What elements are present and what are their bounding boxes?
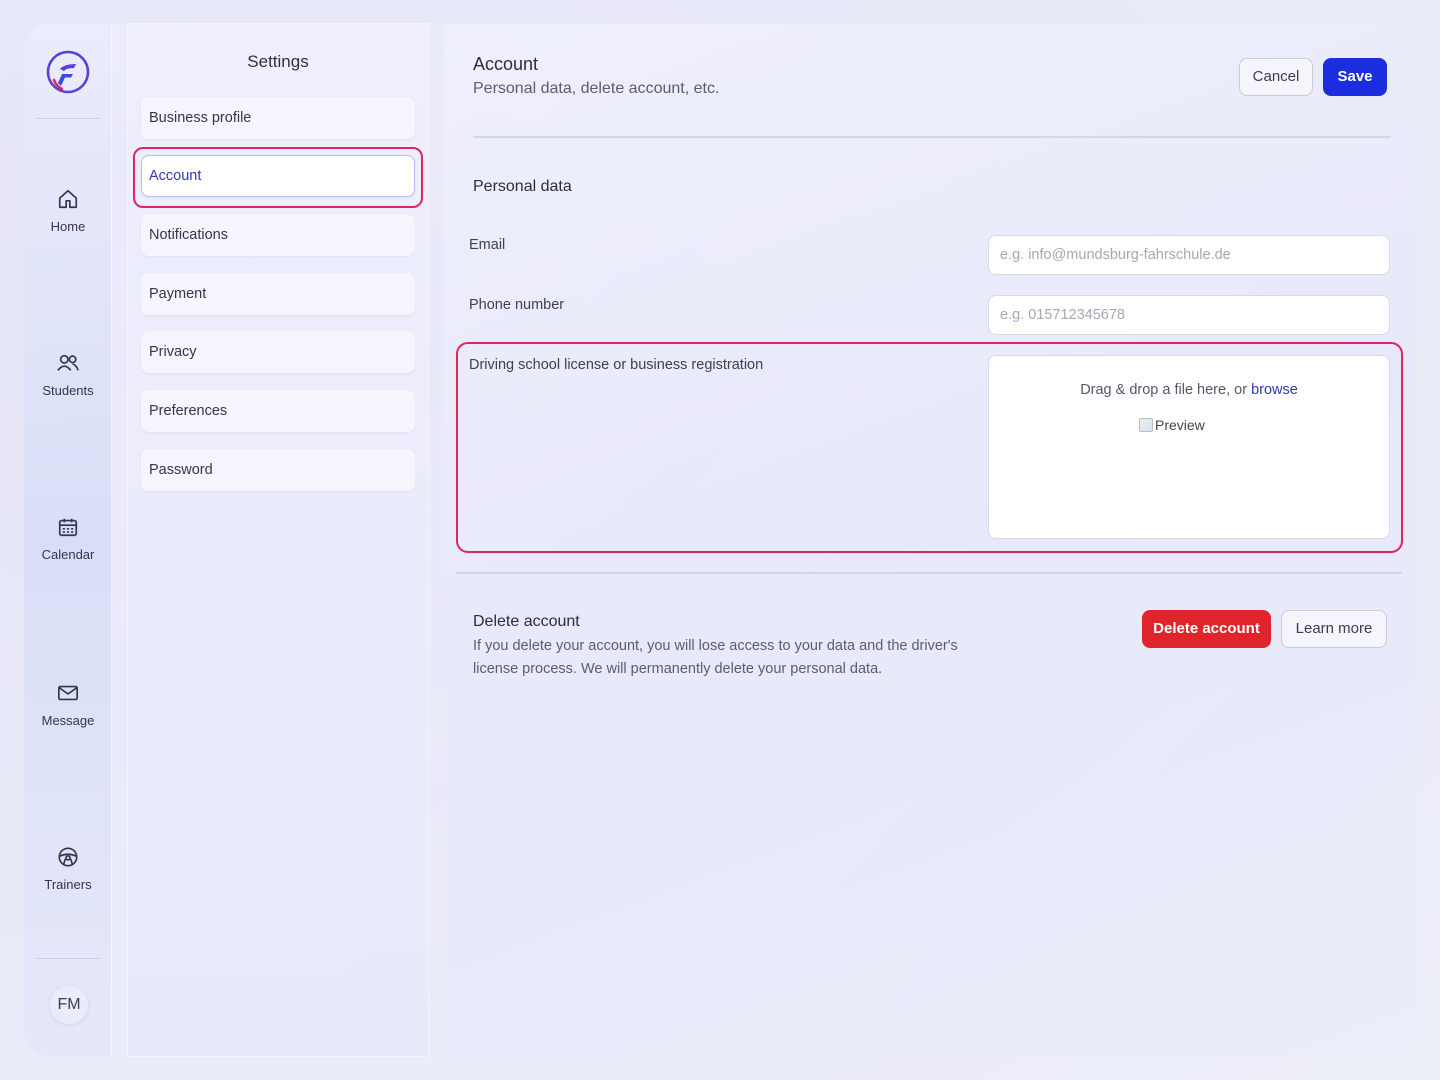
settings-item-account[interactable]: Account [141, 155, 415, 197]
nav-item-message[interactable]: Message [24, 682, 112, 730]
avatar[interactable]: FM [50, 986, 88, 1024]
app-logo[interactable] [46, 50, 90, 94]
preview-image: Preview [1139, 417, 1205, 433]
save-button[interactable]: Save [1323, 58, 1387, 96]
users-icon [57, 354, 79, 371]
broken-image-icon [1139, 418, 1153, 432]
mail-icon [58, 685, 78, 701]
page-subtitle: Personal data, delete account, etc. [473, 80, 720, 97]
nav-item-students[interactable]: Students [24, 352, 112, 400]
nav-label-students: Students [42, 383, 94, 398]
home-icon [58, 189, 78, 209]
sidebar-nav: Home Students Calendar Message Trainers … [24, 24, 112, 1056]
cancel-button[interactable]: Cancel [1239, 58, 1313, 96]
page-title: Account [473, 54, 539, 74]
delete-account-title: Delete account [473, 613, 580, 630]
dropzone-instruction: Drag & drop a file here, or [1080, 382, 1252, 398]
delete-account-description: If you delete your account, you will los… [473, 638, 958, 677]
phone-field[interactable] [988, 295, 1390, 335]
nav-item-home[interactable]: Home [24, 188, 112, 236]
phone-label: Phone number [469, 297, 565, 313]
nav-item-calendar[interactable]: Calendar [24, 516, 112, 564]
settings-panel: Settings Business profile Account Notifi… [128, 24, 428, 1056]
nav-item-trainers[interactable]: Trainers [24, 846, 112, 894]
settings-item-preferences[interactable]: Preferences [141, 390, 415, 432]
settings-item-privacy[interactable]: Privacy [141, 331, 415, 373]
nav-label-home: Home [50, 219, 86, 234]
nav-divider [36, 118, 100, 119]
learn-more-button[interactable]: Learn more [1281, 610, 1387, 648]
email-field[interactable] [988, 235, 1390, 275]
dropzone-text: Drag & drop a file here, or browse [989, 382, 1389, 398]
settings-item-password[interactable]: Password [141, 449, 415, 491]
nav-label-calendar: Calendar [41, 547, 95, 562]
nav-label-message: Message [41, 713, 95, 728]
email-label: Email [469, 237, 506, 253]
header-divider [473, 136, 1391, 138]
settings-item-notifications[interactable]: Notifications [141, 214, 415, 256]
delete-account-button[interactable]: Delete account [1142, 610, 1271, 648]
personal-data-title: Personal data [473, 178, 572, 195]
main-content [444, 24, 1416, 1056]
settings-item-business-profile[interactable]: Business profile [141, 97, 415, 139]
settings-item-payment[interactable]: Payment [141, 273, 415, 315]
calendar-icon [58, 518, 78, 537]
settings-title: Settings [247, 52, 309, 71]
steering-wheel-icon [58, 847, 78, 867]
preview-alt-text: Preview [1155, 417, 1205, 433]
browse-link[interactable]: browse [1251, 382, 1298, 398]
license-label: Driving school license or business regis… [469, 357, 764, 373]
nav-label-trainers: Trainers [44, 877, 92, 892]
section-divider [456, 572, 1402, 574]
nav-divider-bottom [36, 958, 100, 959]
file-dropzone[interactable]: Drag & drop a file here, or browse Previ… [988, 355, 1390, 539]
